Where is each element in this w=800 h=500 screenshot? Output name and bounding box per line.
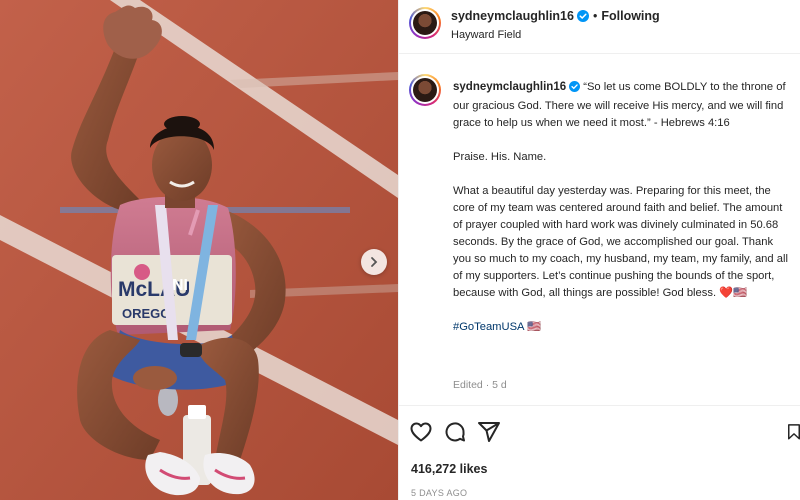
caption-hashtag-line: #GoTeamUSA 🇺🇸 <box>453 319 791 336</box>
header-name-line: sydneymclaughlin16 • Following <box>451 9 660 25</box>
caption-area: sydneymclaughlin16 “So let us come BOLDL… <box>399 55 800 405</box>
avatar[interactable] <box>409 74 441 106</box>
athlete-photo-illustration: McLAU OREGO NI <box>0 0 398 500</box>
post-time-ago: 5 DAYS AGO <box>411 488 468 498</box>
comment-icon[interactable] <box>443 420 467 444</box>
post-caption: sydneymclaughlin16 “So let us come BOLDL… <box>453 79 791 353</box>
location-link[interactable]: Hayward Field <box>451 29 521 41</box>
separator-dot: • <box>592 9 598 23</box>
bib-city-text: OREGO <box>122 306 170 321</box>
hashtag-link[interactable]: #GoTeamUSA <box>453 321 524 333</box>
next-photo-button[interactable] <box>361 249 387 275</box>
username-link[interactable]: sydneymclaughlin16 <box>451 9 574 23</box>
hashtag-emoji: 🇺🇸 <box>527 321 541 333</box>
avatar[interactable] <box>409 7 441 39</box>
caption-praise: Praise. His. Name. <box>453 151 547 163</box>
bookmark-icon[interactable] <box>785 420 800 444</box>
caption-quote-paragraph: sydneymclaughlin16 “So let us come BOLDL… <box>453 79 791 132</box>
caption-username-link[interactable]: sydneymclaughlin16 <box>453 81 566 93</box>
verified-badge-icon <box>576 10 589 25</box>
bib-corner-text: NI <box>172 277 188 294</box>
post-photo[interactable]: McLAU OREGO NI <box>0 0 398 500</box>
heart-icon[interactable] <box>409 420 433 444</box>
send-icon[interactable] <box>477 420 501 444</box>
verified-badge-icon <box>569 81 581 98</box>
post-actions: 416,272 likes 5 DAYS AGO <box>399 405 800 500</box>
chevron-right-icon <box>371 257 378 267</box>
caption-body: What a beautiful day yesterday was. Prep… <box>453 185 788 299</box>
edited-timestamp: Edited · 5 d <box>453 379 507 391</box>
following-button[interactable]: Following <box>601 9 659 23</box>
post-detail-pane: sydneymclaughlin16 • Following Hayward Fie… <box>398 0 800 500</box>
post-header: sydneymclaughlin16 • Following Hayward Fie… <box>399 0 800 54</box>
likes-count[interactable]: 416,272 likes <box>411 462 487 476</box>
